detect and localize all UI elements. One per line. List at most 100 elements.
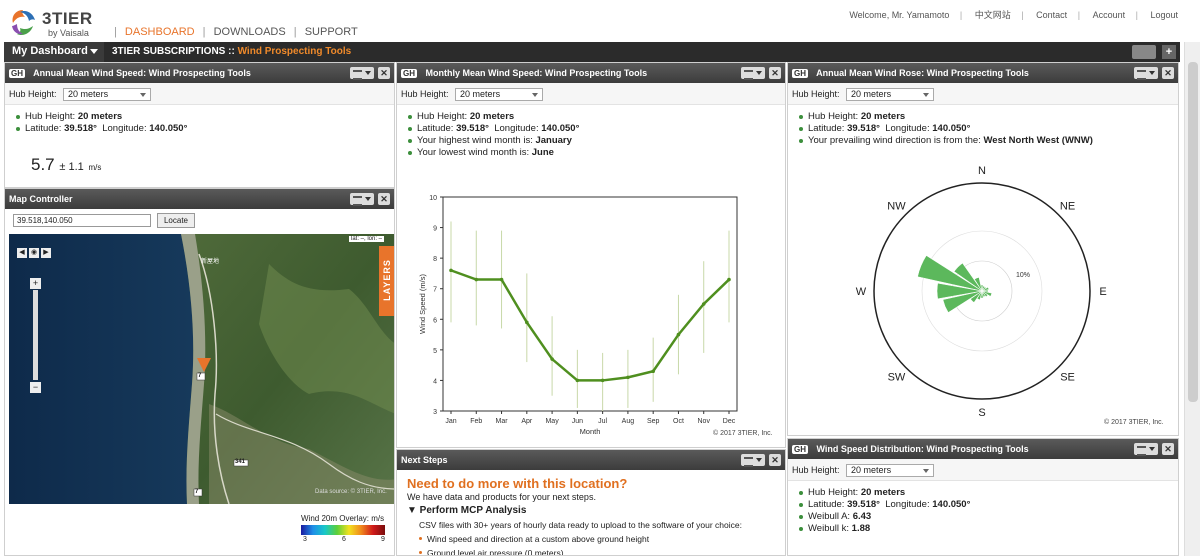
info-value: 20 meters (77, 111, 123, 122)
data-point (525, 320, 529, 325)
list-item: Weibull A: 6.43 (798, 511, 1178, 523)
main-nav: | DASHBOARD | DOWNLOADS | SUPPORT (113, 26, 362, 38)
dashboard-selector[interactable]: My Dashboard (4, 42, 104, 62)
account-link[interactable]: Account (1093, 10, 1126, 20)
rose-direction-label: N (978, 165, 986, 177)
list-item: Your highest wind month is: January (407, 135, 785, 147)
info-label: Hub Height: (808, 487, 859, 498)
panel-title: Map Controller (9, 194, 73, 204)
close-icon[interactable]: ✕ (378, 67, 390, 79)
data-point (727, 277, 731, 282)
dashboard-menu-button[interactable] (1132, 45, 1156, 59)
nav-dashboard[interactable]: DASHBOARD (125, 26, 195, 38)
x-tick-label: Oct (673, 418, 684, 425)
data-point (575, 378, 580, 383)
satellite-map[interactable]: 7 7 341 新屋地 lat: –, lon: – LAYERS ◀ ◉ ▶ … (9, 234, 394, 504)
list-item: Weibull k: 1.88 (798, 523, 1178, 535)
close-icon[interactable]: ✕ (769, 454, 781, 466)
info-value: 140.050° (932, 123, 971, 134)
legend-tick: 3 (303, 536, 307, 543)
info-value: June (531, 147, 554, 158)
logout-link[interactable]: Logout (1150, 10, 1178, 20)
data-point (626, 375, 630, 380)
gh-logo-icon: GH (792, 445, 808, 454)
zoom-in-button[interactable]: + (30, 278, 41, 289)
nav-downloads[interactable]: DOWNLOADS (214, 26, 286, 38)
logo-mark-icon (12, 10, 35, 36)
hub-height-select[interactable]: 20 meters (63, 88, 152, 101)
info-label: Your highest wind month is: (417, 135, 533, 146)
gh-logo-icon: GH (9, 69, 25, 78)
overlay-color-scale (301, 525, 385, 535)
info-label: Hub Height: (808, 111, 859, 122)
info-value: 140.050° (541, 123, 580, 134)
layers-tab-label: LAYERS (382, 259, 392, 301)
info-label: Latitude: (808, 123, 845, 134)
add-widget-button[interactable]: + (1162, 45, 1176, 59)
panel-menu-button[interactable] (741, 67, 765, 80)
zoom-out-button[interactable]: − (30, 382, 41, 393)
scrollbar-thumb[interactable] (1188, 62, 1198, 402)
info-label: Latitude: (808, 499, 845, 510)
info-list: Hub Height: 20 meters Latitude: 39.518° … (5, 105, 394, 135)
info-value: 140.050° (149, 123, 188, 134)
monthly-wind-chart: 3 4 5 6 7 8 9 10 Jan Feb Mar Apr May Jun Jul Aug Sep Oct N… (418, 195, 738, 436)
rose-ring-label: 10% (1016, 272, 1030, 279)
info-value: 140.050° (932, 499, 971, 510)
layers-tab[interactable]: LAYERS (379, 246, 394, 316)
hub-height-select[interactable]: 20 meters (846, 464, 935, 477)
y-axis-label: Wind Speed (m/s) (418, 273, 427, 334)
zoom-slider[interactable] (33, 290, 38, 380)
data-point (474, 277, 479, 282)
mcp-analysis-toggle[interactable]: ▼ Perform MCP Analysis (397, 502, 785, 516)
close-icon[interactable]: ✕ (1162, 443, 1174, 455)
close-icon[interactable]: ✕ (1162, 67, 1174, 79)
hub-height-label: Hub Height: (9, 88, 57, 99)
rose-direction-label: W (856, 286, 867, 298)
hub-height-select[interactable]: 20 meters (846, 88, 935, 101)
locate-button[interactable]: Locate (157, 213, 195, 228)
wind-rose-chart: N NE E SE S SW W NW 10% (856, 165, 1107, 419)
pan-center-icon[interactable]: ◉ (29, 248, 39, 258)
contact-link[interactable]: Contact (1036, 10, 1067, 20)
panel-menu-button[interactable] (741, 454, 765, 467)
panel-menu-button[interactable] (1134, 67, 1158, 80)
panel-title: Monthly Mean Wind Speed: Wind Prospectin… (425, 68, 648, 78)
hub-height-select[interactable]: 20 meters (455, 88, 544, 101)
map-location-marker-icon[interactable] (197, 358, 211, 372)
nav-separator: | (202, 26, 206, 38)
pan-right-icon[interactable]: ▶ (41, 248, 51, 258)
info-value: West North West (WNW) (983, 135, 1093, 146)
distribution-panel: GH Wind Speed Distribution: Wind Prospec… (787, 438, 1179, 556)
pan-left-icon[interactable]: ◀ (17, 248, 27, 258)
panel-menu-button[interactable] (350, 67, 374, 80)
user-nav-separator: | (959, 10, 963, 20)
coordinate-input[interactable]: 39.518,140.050 (13, 214, 151, 227)
panel-title: Annual Mean Wind Rose: Wind Prospecting … (816, 68, 1029, 78)
chinese-site-link[interactable]: 中文网站 (975, 10, 1011, 20)
panel-menu-button[interactable] (1134, 443, 1158, 456)
map-panel: Map Controller ✕ 39.518,140.050 Locate 7… (4, 188, 395, 556)
data-point (701, 302, 706, 306)
panel-menu-button[interactable] (350, 193, 374, 206)
latlon-readout: lat: –, lon: – (349, 236, 385, 242)
map-pan-control[interactable]: ◀ ◉ ▶ (17, 248, 53, 262)
info-value: 39.518° (64, 123, 97, 134)
page-scrollbar[interactable] (1184, 42, 1200, 556)
info-value: 20 meters (469, 111, 515, 122)
close-icon[interactable]: ✕ (378, 193, 390, 205)
info-list: Hub Height: 20 meters Latitude: 39.518° … (788, 105, 1178, 147)
info-label: Hub Height: (25, 111, 76, 122)
brand-logo[interactable]: 3TIER by Vaisala (8, 6, 108, 38)
speed-number: 5.7 (31, 155, 55, 174)
panel-header: GH Monthly Mean Wind Speed: Wind Prospec… (397, 63, 785, 83)
brand-sub: by Vaisala (48, 28, 89, 38)
y-tick-label: 3 (433, 409, 437, 416)
nav-support[interactable]: SUPPORT (305, 26, 358, 38)
close-icon[interactable]: ✕ (769, 67, 781, 79)
list-item: Latitude: 39.518° Longitude: 140.050° (15, 123, 394, 135)
info-value: January (535, 135, 572, 146)
hub-height-row: Hub Height: 20 meters (788, 83, 1178, 105)
x-tick-label: Mar (496, 418, 509, 425)
user-nav-separator: | (1135, 10, 1138, 20)
